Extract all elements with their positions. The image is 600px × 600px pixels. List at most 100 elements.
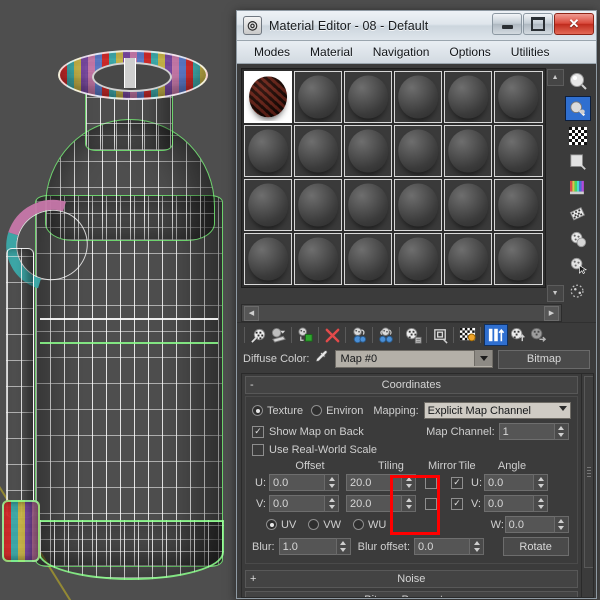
slot-scroll-right-button[interactable]: ▶ — [544, 305, 559, 321]
make-material-copy-icon[interactable] — [349, 325, 369, 345]
tiling-v-spinner[interactable] — [401, 495, 416, 512]
offset-v-spinner[interactable] — [324, 495, 339, 512]
mirror-v-checkbox[interactable] — [425, 497, 437, 510]
tiling-v-field[interactable]: 20.0 — [346, 495, 416, 512]
angle-u-spinner[interactable] — [533, 474, 548, 491]
texture-radio[interactable] — [252, 405, 263, 416]
angle-u-field[interactable]: 0.0 — [484, 474, 548, 491]
show-map-on-back-checkbox[interactable]: ✓ — [252, 425, 264, 438]
tile-v-checkbox[interactable]: ✓ — [451, 497, 463, 510]
mapping-select[interactable]: Explicit Map Channel — [423, 402, 571, 419]
vw-radio[interactable] — [308, 519, 320, 530]
close-button[interactable]: ✕ — [554, 13, 594, 35]
can-hose-nozzle[interactable] — [2, 500, 40, 562]
map-name-field[interactable]: Map #0 — [335, 350, 493, 368]
sample-slot[interactable] — [444, 71, 493, 123]
sample-slot[interactable] — [494, 233, 543, 285]
minimize-button[interactable] — [492, 13, 522, 35]
tile-u-checkbox[interactable]: ✓ — [451, 476, 463, 489]
coordinates-rollout-header[interactable]: - Coordinates — [245, 376, 578, 394]
menu-navigation[interactable]: Navigation — [364, 43, 439, 61]
menubar[interactable]: Modes Material Navigation Options Utilit… — [237, 41, 596, 64]
angle-w-spinner[interactable] — [553, 516, 569, 533]
show-shaded-material-in-viewport-icon[interactable] — [457, 325, 477, 345]
rollout-toggle-icon[interactable]: - — [250, 594, 254, 597]
sample-slot[interactable] — [344, 233, 393, 285]
blur-field[interactable]: 1.0 — [278, 538, 351, 555]
sample-slot[interactable] — [294, 233, 343, 285]
put-to-library-icon[interactable] — [403, 325, 423, 345]
parameters-scrollbar-thumb[interactable] — [583, 376, 593, 568]
parameters-scrollbar[interactable] — [580, 374, 593, 597]
sample-slot-area[interactable]: ▲ ▼ — [237, 64, 596, 303]
chevron-down-icon[interactable] — [474, 350, 492, 366]
offset-v-field[interactable]: 0.0 — [269, 495, 339, 512]
sample-slot[interactable] — [294, 125, 343, 177]
use-real-world-scale-checkbox[interactable] — [252, 444, 264, 456]
diffuse-color-row[interactable]: Diffuse Color: Map #0 Bitmap — [237, 347, 596, 371]
sample-slot[interactable] — [294, 179, 343, 231]
uv-radio[interactable] — [266, 519, 277, 530]
sample-slot[interactable] — [344, 71, 393, 123]
show-end-result-icon[interactable] — [484, 324, 508, 346]
mirror-u-checkbox[interactable] — [425, 476, 437, 489]
select-by-material-icon[interactable] — [566, 254, 590, 277]
assign-material-to-selection-icon[interactable] — [295, 325, 315, 345]
slot-vertical-nav[interactable]: ▲ ▼ — [546, 68, 564, 303]
sample-slot[interactable] — [394, 179, 443, 231]
blur-spinner[interactable] — [335, 538, 351, 555]
window-titlebar[interactable]: ◎ Material Editor - 08 - Default ✕ — [237, 11, 596, 41]
sample-slot-grid[interactable] — [241, 68, 546, 288]
sample-uv-tiling-icon[interactable] — [566, 150, 590, 173]
offset-u-field[interactable]: 0.0 — [269, 474, 339, 491]
material-map-navigator-icon[interactable] — [566, 280, 590, 303]
sample-slot[interactable] — [244, 71, 293, 123]
parameters-panel[interactable]: - Coordinates Texture Environ Mapping: E… — [241, 373, 594, 598]
sample-slot[interactable] — [444, 233, 493, 285]
angle-v-field[interactable]: 0.0 — [484, 495, 548, 512]
sample-slot[interactable] — [394, 71, 443, 123]
can-hose-mesh[interactable] — [6, 248, 34, 518]
bitmap-parameters-rollout-header[interactable]: - Bitmap Parameters — [245, 591, 578, 597]
environ-radio[interactable] — [311, 405, 323, 416]
blur-offset-field[interactable]: 0.0 — [414, 538, 485, 555]
slot-scroll-up-button[interactable]: ▲ — [546, 69, 564, 86]
video-color-check-icon[interactable] — [566, 176, 590, 199]
background-checker-icon[interactable] — [566, 124, 590, 147]
sample-slot[interactable] — [294, 71, 343, 123]
angle-v-spinner[interactable] — [533, 495, 548, 512]
reset-map-material-icon[interactable] — [322, 325, 342, 345]
go-forward-to-sibling-icon[interactable] — [528, 325, 548, 345]
rotate-button[interactable]: Rotate — [502, 537, 569, 556]
options-icon[interactable] — [566, 228, 590, 251]
rollout-toggle-icon[interactable]: + — [250, 573, 256, 585]
sample-slot[interactable] — [444, 125, 493, 177]
map-channel-spinner-buttons[interactable] — [553, 423, 569, 440]
tiling-u-spinner[interactable] — [401, 474, 416, 491]
menu-options[interactable]: Options — [440, 43, 499, 61]
rollout-toggle-icon[interactable]: - — [250, 379, 254, 391]
put-material-to-scene-icon[interactable] — [268, 325, 288, 345]
maximize-button[interactable] — [523, 13, 553, 35]
menu-modes[interactable]: Modes — [245, 43, 299, 61]
slot-horizontal-scrollbar[interactable]: ◀ ▶ — [241, 304, 562, 322]
sample-slot-toolbar[interactable] — [564, 68, 593, 303]
noise-rollout-header[interactable]: + Noise — [245, 570, 578, 588]
sample-slot[interactable] — [494, 71, 543, 123]
material-toolbar[interactable] — [237, 322, 596, 347]
eyedropper-icon[interactable] — [314, 349, 330, 370]
material-effects-channel-icon[interactable] — [430, 325, 450, 345]
material-editor-window[interactable]: ◎ Material Editor - 08 - Default ✕ Modes… — [236, 10, 597, 599]
map-type-button[interactable]: Bitmap — [498, 349, 590, 369]
angle-w-field[interactable]: 0.0 — [504, 516, 569, 533]
go-to-parent-icon[interactable] — [508, 325, 528, 345]
make-unique-icon[interactable] — [376, 325, 396, 345]
sample-slot[interactable] — [494, 125, 543, 177]
blur-offset-spinner[interactable] — [469, 538, 485, 555]
wu-radio[interactable] — [353, 519, 365, 530]
map-channel-spinner[interactable]: 1 — [498, 423, 569, 440]
sample-type-sphere-icon[interactable] — [566, 70, 590, 93]
tiling-u-field[interactable]: 20.0 — [346, 474, 416, 491]
sample-slot[interactable] — [394, 233, 443, 285]
slot-scroll-left-button[interactable]: ◀ — [244, 305, 259, 321]
